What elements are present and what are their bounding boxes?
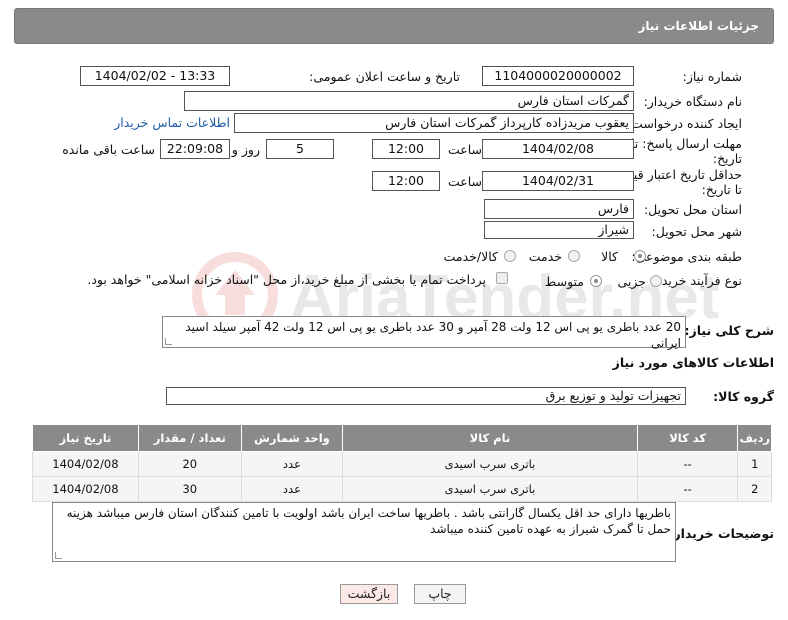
- print-button[interactable]: چاپ: [414, 584, 466, 604]
- buyer-contact-link[interactable]: اطلاعات تماس خریدار: [114, 115, 230, 130]
- cell-item-name: باتری سرب اسیدی: [342, 476, 638, 502]
- radio-goods-service[interactable]: [504, 250, 516, 262]
- cell-unit: عدد: [240, 451, 344, 477]
- deadline-label-date: تاریخ:: [712, 151, 742, 166]
- col-header-unit: واحد شمارش: [240, 424, 344, 452]
- buyer-notes-textarea[interactable]: باطریها دارای حد اقل یکسال گارانتی باشد …: [52, 502, 676, 562]
- table-header-row: ردیف کد کالا نام کالا واحد شمارش تعداد /…: [32, 424, 772, 452]
- price-validity-time-field: 12:00: [372, 171, 440, 191]
- buyer-org-field: گمرکات استان فارس: [184, 91, 634, 111]
- table-row: 2 -- باتری سرب اسیدی عدد 30 1404/02/08: [32, 476, 772, 502]
- page-header: جزئیات اطلاعات نیاز: [14, 8, 774, 44]
- cell-need-date: 1404/02/08: [32, 476, 139, 502]
- goods-section-title: اطلاعات کالاهای مورد نیاز: [612, 355, 774, 370]
- delivery-city-label: شهر محل تحویل:: [651, 224, 742, 239]
- deadline-label: مهلت ارسال پاسخ: تا: [631, 136, 742, 151]
- cell-unit: عدد: [240, 476, 344, 502]
- requester-label: ایجاد کننده درخواست:: [626, 116, 742, 131]
- requester-field: یعقوب مریدزاده کارپرداز گمرکات استان فار…: [234, 113, 634, 133]
- remaining-time-label: ساعت باقی مانده: [62, 142, 155, 157]
- col-header-item-code: کد کالا: [636, 424, 739, 452]
- cell-row-number: 1: [737, 451, 772, 477]
- remaining-days-label: روز و: [231, 142, 260, 157]
- goods-group-label: گروه کالا:: [713, 389, 774, 404]
- radio-medium-label: متوسط: [544, 274, 584, 289]
- radio-goods[interactable]: [634, 250, 646, 262]
- cell-row-number: 2: [737, 476, 772, 502]
- col-header-row-number: ردیف: [737, 424, 772, 452]
- cell-item-name: باتری سرب اسیدی: [342, 451, 638, 477]
- buyer-notes-text: باطریها دارای حد اقل یکسال گارانتی باشد …: [66, 506, 671, 536]
- need-number-label: شماره نیاز:: [682, 69, 742, 84]
- back-button[interactable]: بازگشت: [340, 584, 398, 604]
- buyer-notes-label: توضیحات خریدار:: [668, 526, 774, 541]
- goods-table: ردیف کد کالا نام کالا واحد شمارش تعداد /…: [32, 424, 772, 502]
- description-text: 20 عدد باطری یو پی اس 12 ولت 28 آمپر و 3…: [185, 320, 681, 350]
- resize-grip-icon[interactable]: [55, 552, 62, 559]
- col-header-quantity: تعداد / مقدار: [137, 424, 242, 452]
- announce-datetime-field: 1404/02/02 - 13:33: [80, 66, 230, 86]
- price-validity-date-field: 1404/02/31: [482, 171, 634, 191]
- need-number-field: 1104000020000002: [482, 66, 634, 86]
- delivery-city-field: شیراز: [484, 221, 634, 239]
- cell-need-date: 1404/02/08: [32, 451, 139, 477]
- subject-category-label: طبقه بندی موضوعی:: [631, 249, 742, 264]
- table-row: 1 -- باتری سرب اسیدی عدد 20 1404/02/08: [32, 451, 772, 477]
- deadline-date-field: 1404/02/08: [482, 139, 634, 159]
- deadline-time-label: ساعت: [447, 142, 482, 157]
- radio-medium[interactable]: [590, 275, 602, 287]
- announce-datetime-label: تاریخ و ساعت اعلان عمومی:: [309, 69, 460, 84]
- price-validity-label-date: تا تاریخ:: [701, 182, 742, 197]
- remaining-time-field: 22:09:08: [160, 139, 230, 159]
- radio-goods-service-label: کالا/خدمت: [443, 249, 498, 264]
- goods-group-field: تجهیزات تولید و توزیع برق: [166, 387, 686, 405]
- col-header-need-date: تاریخ نیاز: [32, 424, 139, 452]
- remaining-days-field: 5: [266, 139, 334, 159]
- cell-item-code: --: [636, 476, 739, 502]
- treasury-payment-checkbox[interactable]: [496, 272, 508, 284]
- purchase-type-label: نوع فرآیند خرید :: [653, 273, 742, 288]
- col-header-item-name: نام کالا: [342, 424, 638, 452]
- page-title: جزئیات اطلاعات نیاز: [638, 19, 759, 33]
- cell-quantity: 20: [137, 451, 242, 477]
- cell-item-code: --: [636, 451, 739, 477]
- radio-service-label: خدمت: [528, 249, 562, 264]
- cell-quantity: 30: [137, 476, 242, 502]
- radio-minor-label: جزیی: [617, 274, 646, 289]
- description-label: شرح کلی نیاز:: [684, 323, 774, 338]
- resize-grip-icon[interactable]: [165, 338, 172, 345]
- radio-goods-label: کالا: [601, 249, 618, 264]
- description-textarea[interactable]: 20 عدد باطری یو پی اس 12 ولت 28 آمپر و 3…: [162, 316, 686, 350]
- radio-service[interactable]: [568, 250, 580, 262]
- radio-minor[interactable]: [650, 275, 662, 287]
- treasury-payment-note: پرداخت تمام یا بخشی از مبلغ خرید،از محل …: [87, 272, 486, 287]
- delivery-province-label: استان محل تحویل:: [643, 202, 742, 217]
- delivery-province-field: فارس: [484, 199, 634, 219]
- price-validity-time-label: ساعت: [447, 174, 482, 189]
- deadline-time-field: 12:00: [372, 139, 440, 159]
- buyer-org-label: نام دستگاه خریدار:: [643, 94, 742, 109]
